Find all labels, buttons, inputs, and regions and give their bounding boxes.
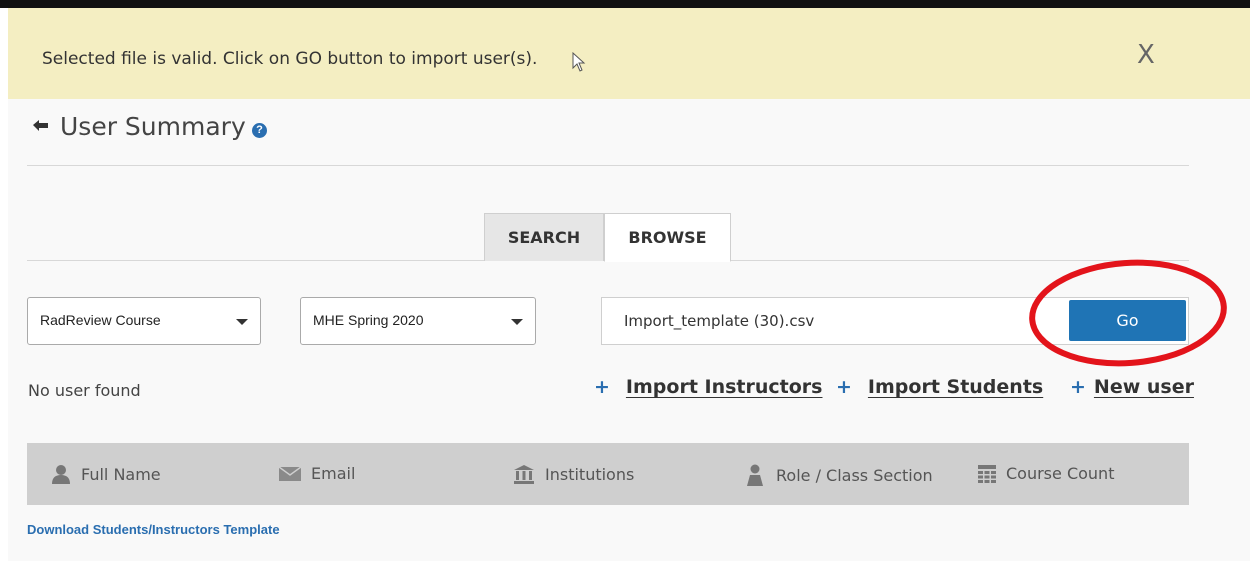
chevron-down-icon	[511, 319, 523, 325]
notice-message: Selected file is valid. Click on GO butt…	[42, 49, 538, 69]
course-select-value: RadReview Course	[40, 312, 161, 328]
plus-icon: +	[1070, 376, 1086, 398]
import-students-label: Import Students	[867, 376, 1044, 398]
close-notice-button[interactable]: X	[1137, 40, 1155, 70]
import-students-link[interactable]: + Import Students	[836, 376, 1043, 398]
new-user-label: New user	[1093, 376, 1194, 398]
institution-icon	[514, 465, 534, 484]
help-icon[interactable]: ?	[252, 123, 267, 138]
top-bar	[0, 0, 1250, 8]
download-template-link[interactable]: Download Students/Instructors Template	[27, 522, 280, 537]
role-user-icon	[747, 464, 763, 486]
column-label: Full Name	[81, 464, 161, 484]
envelope-icon	[279, 466, 301, 481]
user-icon	[52, 465, 70, 484]
column-label: Email	[311, 464, 356, 483]
plus-icon: +	[836, 376, 852, 398]
column-email[interactable]: Email	[279, 464, 355, 483]
table-grid-icon	[978, 464, 996, 483]
column-label: Course Count	[1006, 464, 1115, 483]
import-instructors-link[interactable]: + Import Instructors	[594, 376, 822, 398]
section-select[interactable]: MHE Spring 2020	[300, 297, 536, 345]
section-select-value: MHE Spring 2020	[313, 312, 424, 328]
mouse-cursor-icon	[572, 51, 586, 77]
course-select[interactable]: RadReview Course	[27, 297, 261, 345]
file-name: Import_template (30).csv	[624, 312, 815, 330]
no-user-message: No user found	[28, 381, 141, 400]
tab-browse[interactable]: BROWSE	[604, 213, 731, 262]
page-title: User Summary	[60, 112, 246, 141]
title-divider	[27, 165, 1189, 166]
import-instructors-label: Import Instructors	[625, 376, 823, 398]
column-label: Institutions	[545, 464, 635, 484]
new-user-link[interactable]: + New user	[1070, 376, 1194, 398]
column-institutions[interactable]: Institutions	[513, 464, 634, 484]
column-label: Role / Class Section	[776, 465, 933, 485]
back-arrow-icon[interactable]	[32, 119, 52, 138]
column-role-class-section[interactable]: Role / Class Section	[744, 464, 933, 486]
column-course-count[interactable]: Course Count	[978, 464, 1114, 483]
plus-icon: +	[594, 376, 610, 398]
column-full-name[interactable]: Full Name	[51, 464, 161, 484]
highlight-circle	[1028, 256, 1228, 375]
chevron-down-icon	[236, 319, 248, 325]
tab-search[interactable]: SEARCH	[484, 213, 604, 261]
